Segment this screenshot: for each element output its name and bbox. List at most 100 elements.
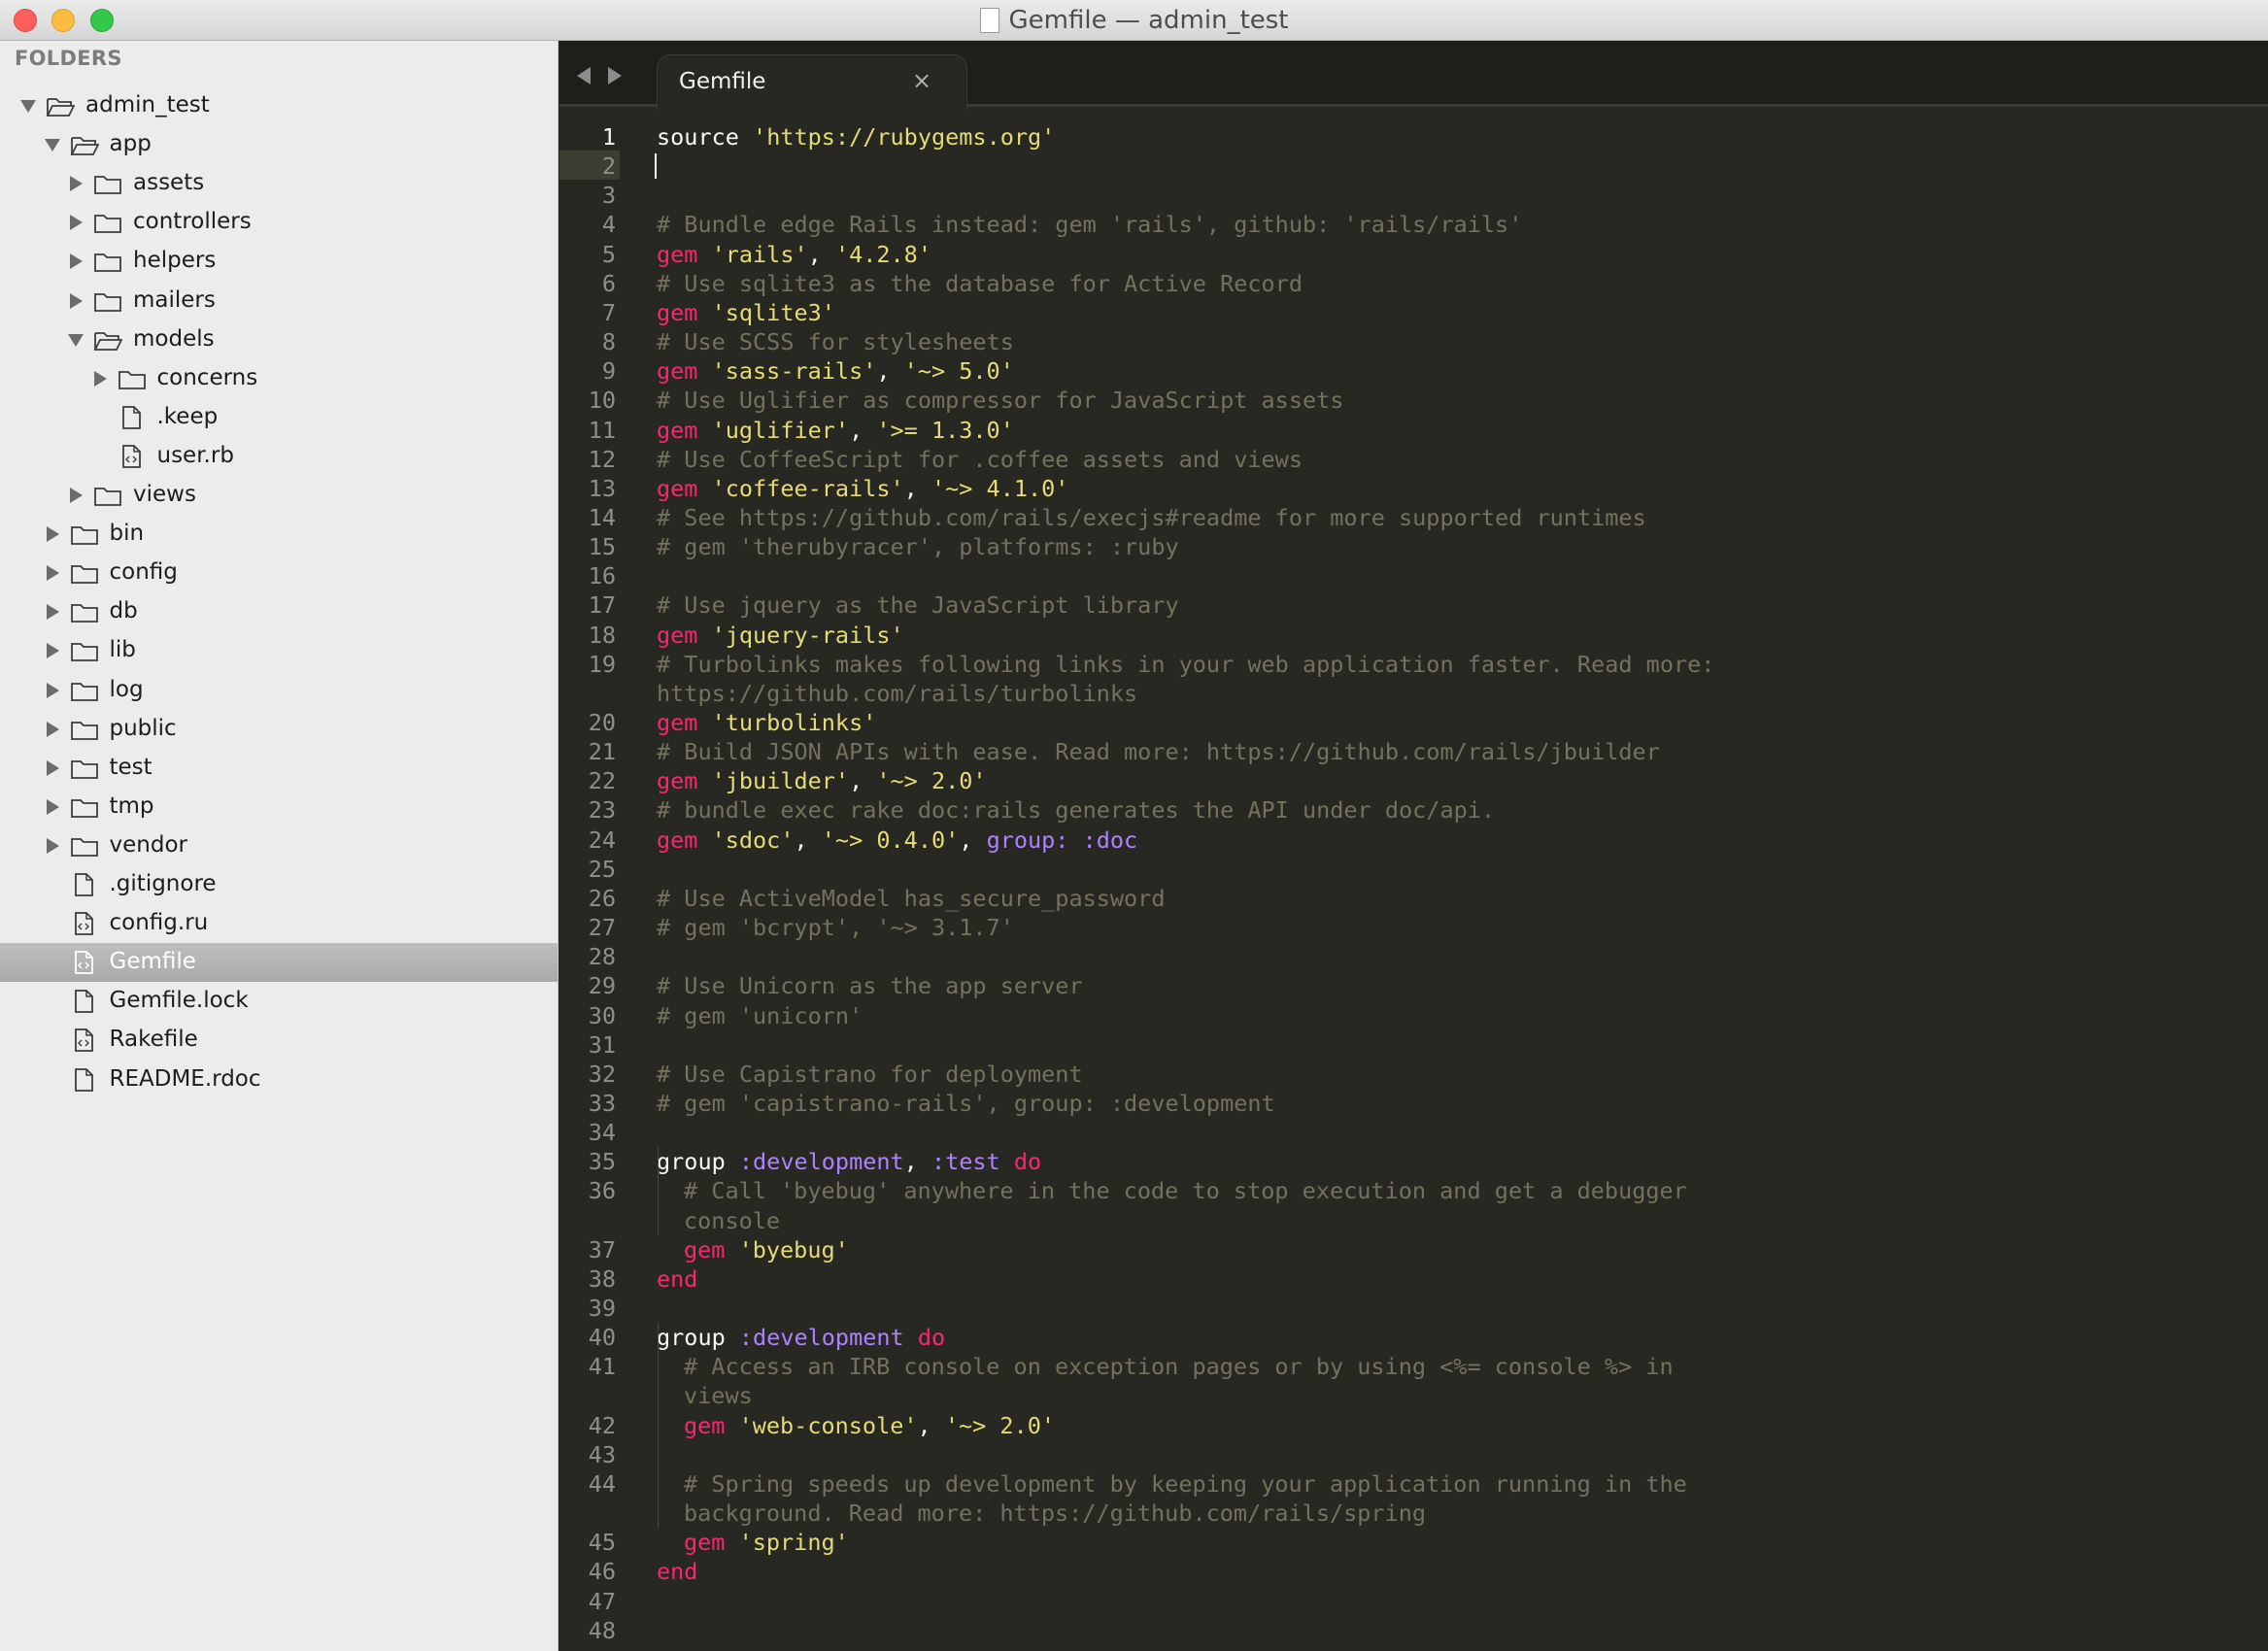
code-line[interactable]: 16 <box>559 561 2268 590</box>
sidebar-item-app[interactable]: app <box>0 125 558 164</box>
disclosure-collapsed-icon[interactable] <box>46 565 59 582</box>
disclosure-collapsed-icon[interactable] <box>46 837 59 854</box>
sidebar-item-dot-gitignore[interactable]: .gitignore <box>0 865 558 904</box>
sidebar-item-config-ru[interactable]: config.ru <box>0 904 558 943</box>
disclosure-collapsed-icon[interactable] <box>93 370 107 387</box>
disclosure-collapsed-icon[interactable] <box>70 488 83 503</box>
sidebar-item-concerns[interactable]: concerns <box>0 359 558 398</box>
code-line[interactable]: 45 gem 'spring' <box>559 1528 2268 1557</box>
disclosure-collapsed-icon[interactable] <box>46 721 59 737</box>
code-line[interactable]: 33 # gem 'capistrano-rails', group: :deve… <box>559 1089 2268 1118</box>
sidebar-item-helpers[interactable]: helpers <box>0 242 558 281</box>
disclosure-collapsed-icon[interactable] <box>70 215 83 231</box>
code-line[interactable]: 39 <box>559 1294 2268 1323</box>
code-line[interactable]: 13 gem 'coffee-rails', '~> 4.1.0' <box>559 474 2268 503</box>
code-line[interactable]: 19 # Turbolinks makes following links in … <box>559 650 2268 679</box>
code-line[interactable]: 8 # Use SCSS for stylesheets <box>559 327 2268 356</box>
disclosure-collapsed-icon[interactable] <box>46 604 59 621</box>
code-line[interactable]: 30 # gem 'unicorn' <box>559 1001 2268 1030</box>
disclosure-collapsed-icon[interactable] <box>70 292 83 309</box>
code-line[interactable]: 6 # Use sqlite3 as the database for Activ… <box>559 269 2268 298</box>
disclosure-collapsed-icon[interactable] <box>70 176 83 192</box>
code-line[interactable]: 28 <box>559 942 2268 971</box>
code-line[interactable]: 24 gem 'sdoc', '~> 0.4.0', group: :doc <box>559 826 2268 855</box>
disclosure-expanded-icon[interactable] <box>44 139 60 152</box>
disclosure-collapsed-icon[interactable] <box>46 526 59 543</box>
code-line[interactable]: 47 <box>559 1587 2268 1616</box>
disclosure-collapsed-icon[interactable] <box>70 253 83 270</box>
code-line[interactable]: 36 # Call 'byebug' anywhere in the code t… <box>559 1176 2268 1205</box>
code-line[interactable]: 14 # See https://github.com/rails/execjs#… <box>559 503 2268 532</box>
code-line[interactable]: console <box>559 1206 2268 1235</box>
sidebar-item-lib[interactable]: lib <box>0 631 558 670</box>
sidebar-item-admin-test[interactable]: admin_test <box>0 86 558 125</box>
code-line[interactable]: 3 <box>559 181 2268 210</box>
sidebar-item-controllers[interactable]: controllers <box>0 203 558 242</box>
sidebar-item-gemfile[interactable]: Gemfile <box>0 943 558 983</box>
code-line[interactable]: 5 gem 'rails', '4.2.8' <box>559 240 2268 269</box>
code-line[interactable]: 35 group :development, :test do <box>559 1147 2268 1176</box>
code-line[interactable]: 29 # Use Unicorn as the app server <box>559 971 2268 1000</box>
code-line[interactable]: 4 # Bundle edge Rails instead: gem 'rails… <box>559 210 2268 239</box>
code-line[interactable]: 40 group :development do <box>559 1323 2268 1352</box>
code-line[interactable]: 48 <box>559 1616 2268 1645</box>
sidebar-item-views[interactable]: views <box>0 476 558 515</box>
sidebar-item-user-rb[interactable]: user.rb <box>0 437 558 476</box>
code-line[interactable]: 18 gem 'jquery-rails' <box>559 621 2268 650</box>
code-line[interactable]: 44 # Spring speeds up development by keep… <box>559 1469 2268 1499</box>
sidebar-item-test[interactable]: test <box>0 749 558 788</box>
sidebar-item-public[interactable]: public <box>0 710 558 749</box>
disclosure-expanded-icon[interactable] <box>68 333 84 347</box>
code-line[interactable]: 25 <box>559 855 2268 884</box>
code-line[interactable]: 10 # Use Uglifier as compressor for JavaS… <box>559 386 2268 415</box>
code-line[interactable]: 41 # Access an IRB console on exception p… <box>559 1352 2268 1381</box>
previous-tab-icon[interactable] <box>577 67 591 84</box>
disclosure-collapsed-icon[interactable] <box>46 798 59 815</box>
code-line[interactable]: 42 gem 'web-console', '~> 2.0' <box>559 1411 2268 1440</box>
code-line[interactable]: 31 <box>559 1030 2268 1060</box>
sidebar-item-readme-rdoc[interactable]: README.rdoc <box>0 1061 558 1099</box>
tab-gemfile[interactable]: Gemfile × <box>657 54 967 110</box>
disclosure-expanded-icon[interactable] <box>20 100 36 113</box>
code-line[interactable]: 7 gem 'sqlite3' <box>559 298 2268 327</box>
code-line[interactable]: 27 # gem 'bcrypt', '~> 3.1.7' <box>559 913 2268 942</box>
code-line[interactable]: 12 # Use CoffeeScript for .coffee assets … <box>559 445 2268 474</box>
code-line[interactable]: 11 gem 'uglifier', '>= 1.3.0' <box>559 416 2268 445</box>
code-line[interactable]: 9 gem 'sass-rails', '~> 5.0' <box>559 356 2268 386</box>
sidebar-item-models[interactable]: models <box>0 320 558 359</box>
code-line[interactable]: 46 end <box>559 1557 2268 1586</box>
code-line[interactable]: background. Read more: https://github.co… <box>559 1499 2268 1528</box>
code-line[interactable]: 1 source 'https://rubygems.org' <box>559 122 2268 152</box>
disclosure-collapsed-icon[interactable] <box>46 643 59 659</box>
sidebar-item-db[interactable]: db <box>0 592 558 631</box>
disclosure-collapsed-icon[interactable] <box>46 682 59 698</box>
code-line[interactable]: 20 gem 'turbolinks' <box>559 708 2268 737</box>
code-line[interactable]: 23 # bundle exec rake doc:rails generates… <box>559 795 2268 825</box>
code-line[interactable]: https://github.com/rails/turbolinks <box>559 679 2268 708</box>
code-line[interactable]: 32 # Use Capistrano for deployment <box>559 1060 2268 1089</box>
next-tab-icon[interactable] <box>608 67 622 84</box>
code-line[interactable]: views <box>559 1381 2268 1410</box>
sidebar-item-mailers[interactable]: mailers <box>0 282 558 320</box>
code-line[interactable]: 17 # Use jquery as the JavaScript library <box>559 590 2268 620</box>
code-line[interactable]: 21 # Build JSON APIs with ease. Read more… <box>559 737 2268 766</box>
sidebar-item-log[interactable]: log <box>0 671 558 710</box>
sidebar-item-rakefile[interactable]: Rakefile <box>0 1021 558 1060</box>
code-line[interactable]: 37 gem 'byebug' <box>559 1235 2268 1264</box>
close-tab-icon[interactable]: × <box>912 67 931 94</box>
sidebar-item-assets[interactable]: assets <box>0 164 558 203</box>
code-line[interactable]: 15 # gem 'therubyracer', platforms: :ruby <box>559 532 2268 561</box>
code-line[interactable]: 43 <box>559 1440 2268 1469</box>
code-line[interactable]: 38 end <box>559 1264 2268 1294</box>
code-line[interactable]: 26 # Use ActiveModel has_secure_password <box>559 884 2268 913</box>
code-line[interactable]: 34 <box>559 1118 2268 1147</box>
disclosure-collapsed-icon[interactable] <box>46 759 59 776</box>
sidebar-item-vendor[interactable]: vendor <box>0 826 558 865</box>
code-line[interactable]: 22 gem 'jbuilder', '~> 2.0' <box>559 766 2268 795</box>
code-line[interactable]: 2 <box>559 152 2268 181</box>
sidebar-item-bin[interactable]: bin <box>0 515 558 554</box>
sidebar-item-dot-keep[interactable]: .keep <box>0 398 558 437</box>
sidebar-item-gemfile-lock[interactable]: Gemfile.lock <box>0 982 558 1021</box>
sidebar-item-tmp[interactable]: tmp <box>0 788 558 826</box>
sidebar-item-config[interactable]: config <box>0 554 558 592</box>
